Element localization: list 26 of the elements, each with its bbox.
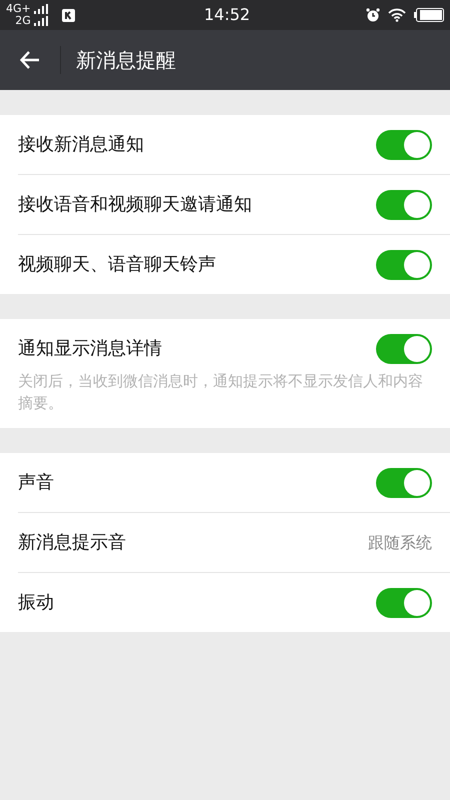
toggle-switch[interactable] xyxy=(376,588,432,618)
setting-description: 关闭后，当收到微信消息时，通知提示将不显示发信人和内容摘要。 xyxy=(18,371,424,414)
network-label: 4G+ xyxy=(6,3,31,15)
toggle-switch[interactable] xyxy=(376,250,432,280)
battery-icon xyxy=(414,8,444,22)
setting-label: 振动 xyxy=(18,591,54,615)
setting-label: 通知显示消息详情 xyxy=(18,337,162,361)
back-arrow-icon xyxy=(20,51,40,69)
page-title: 新消息提醒 xyxy=(76,47,176,74)
setting-label: 新消息提示音 xyxy=(18,531,126,555)
setting-label: 视频聊天、语音聊天铃声 xyxy=(18,253,216,277)
toggle-switch[interactable] xyxy=(376,190,432,220)
network-label: 2G xyxy=(15,15,31,27)
setting-label: 接收新消息通知 xyxy=(18,133,144,157)
app-notification-icon xyxy=(62,8,75,22)
alarm-icon xyxy=(366,8,380,22)
signal-icon xyxy=(34,16,48,26)
setting-label: 声音 xyxy=(18,471,54,495)
setting-value: 跟随系统 xyxy=(368,532,432,554)
wifi-icon xyxy=(388,8,406,22)
toggle-switch[interactable] xyxy=(376,130,432,160)
clock-time: 14:52 xyxy=(204,4,250,26)
toggle-switch[interactable] xyxy=(376,334,432,364)
signal-icon xyxy=(34,4,48,14)
toggle-switch[interactable] xyxy=(376,468,432,498)
setting-label: 接收语音和视频聊天邀请通知 xyxy=(18,193,252,217)
